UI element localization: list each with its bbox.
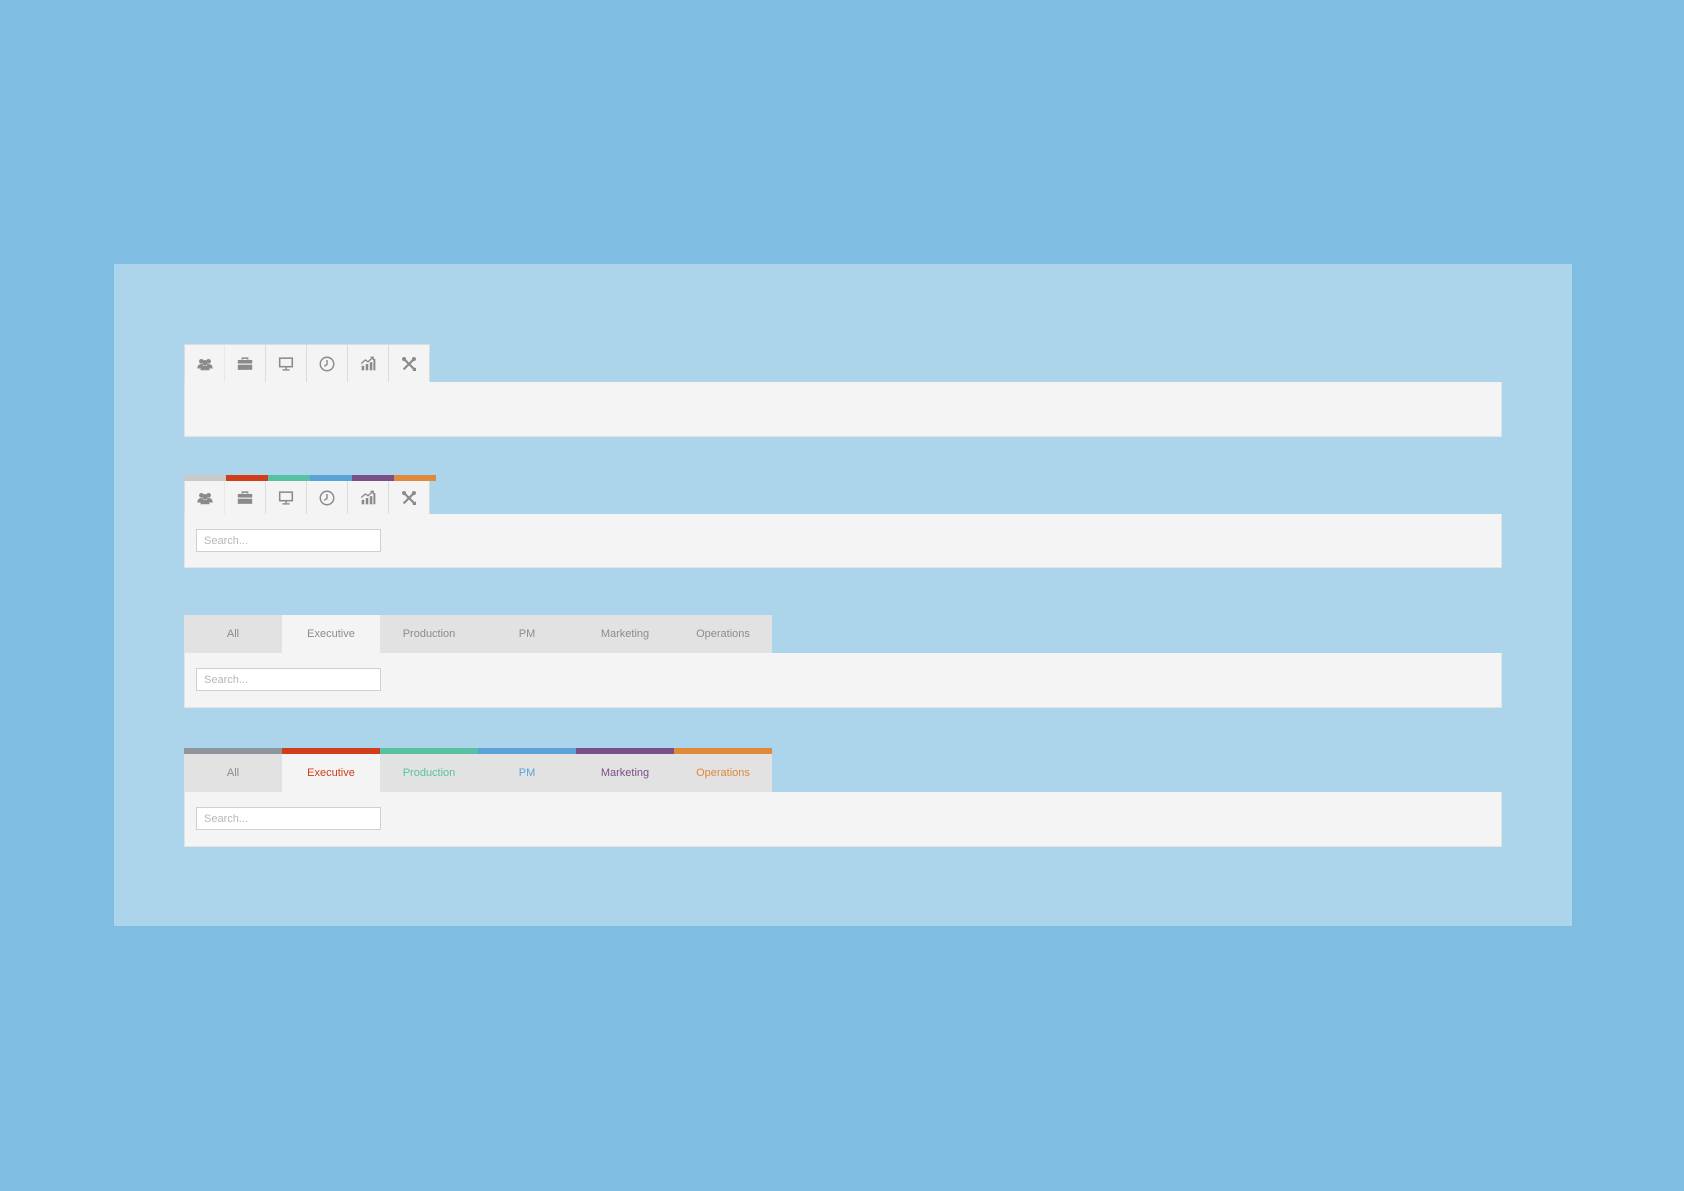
tab-operations[interactable]: Operations [674, 615, 772, 653]
tab-content-area [184, 514, 1502, 568]
clock-icon [318, 355, 336, 373]
tab-content-area [184, 653, 1502, 708]
colored-icon-tab-panel [184, 475, 1502, 568]
tab-operations[interactable]: Operations [674, 754, 772, 792]
text-tab-bar: All Executive Production PM Marketing Op… [184, 615, 1502, 653]
tab-chart[interactable] [348, 481, 389, 514]
tab-users[interactable] [184, 344, 225, 382]
icon-tab-bar [184, 344, 1502, 382]
tools-icon [400, 489, 418, 507]
tab-content-area [184, 382, 1502, 437]
monitor-icon [277, 489, 295, 507]
tab-pm[interactable]: PM [478, 754, 576, 792]
tab-tools[interactable] [389, 344, 430, 382]
tools-icon [400, 355, 418, 373]
briefcase-icon [236, 355, 254, 373]
tab-monitor[interactable] [266, 481, 307, 514]
tab-briefcase[interactable] [225, 481, 266, 514]
briefcase-icon [236, 489, 254, 507]
tab-users[interactable] [184, 481, 225, 514]
preview-board: All Executive Production PM Marketing Op… [114, 264, 1572, 926]
clock-icon [318, 489, 336, 507]
tab-pm[interactable]: PM [478, 615, 576, 653]
tab-content-area [184, 792, 1502, 847]
tab-clock[interactable] [307, 344, 348, 382]
tab-clock[interactable] [307, 481, 348, 514]
tab-briefcase[interactable] [225, 344, 266, 382]
tab-tools[interactable] [389, 481, 430, 514]
colored-text-tab-panel: All Executive Production PM Marketing Op… [184, 748, 1502, 847]
icon-tab-panel [184, 344, 1502, 437]
chart-icon [359, 489, 377, 507]
text-tab-panel: All Executive Production PM Marketing Op… [184, 615, 1502, 708]
tab-monitor[interactable] [266, 344, 307, 382]
tab-all[interactable]: All [184, 615, 282, 653]
tab-production[interactable]: Production [380, 754, 478, 792]
search-input[interactable] [196, 668, 381, 691]
tab-chart[interactable] [348, 344, 389, 382]
tab-executive[interactable]: Executive [282, 754, 380, 792]
tab-all[interactable]: All [184, 754, 282, 792]
search-input[interactable] [196, 807, 381, 830]
icon-tab-bar [184, 481, 1502, 514]
tab-marketing[interactable]: Marketing [576, 615, 674, 653]
search-input[interactable] [196, 529, 381, 552]
tab-executive[interactable]: Executive [282, 615, 380, 653]
text-tab-bar: All Executive Production PM Marketing Op… [184, 754, 1502, 792]
monitor-icon [277, 355, 295, 373]
users-icon [196, 489, 214, 507]
tab-marketing[interactable]: Marketing [576, 754, 674, 792]
tab-production[interactable]: Production [380, 615, 478, 653]
users-icon [196, 355, 214, 373]
chart-icon [359, 355, 377, 373]
